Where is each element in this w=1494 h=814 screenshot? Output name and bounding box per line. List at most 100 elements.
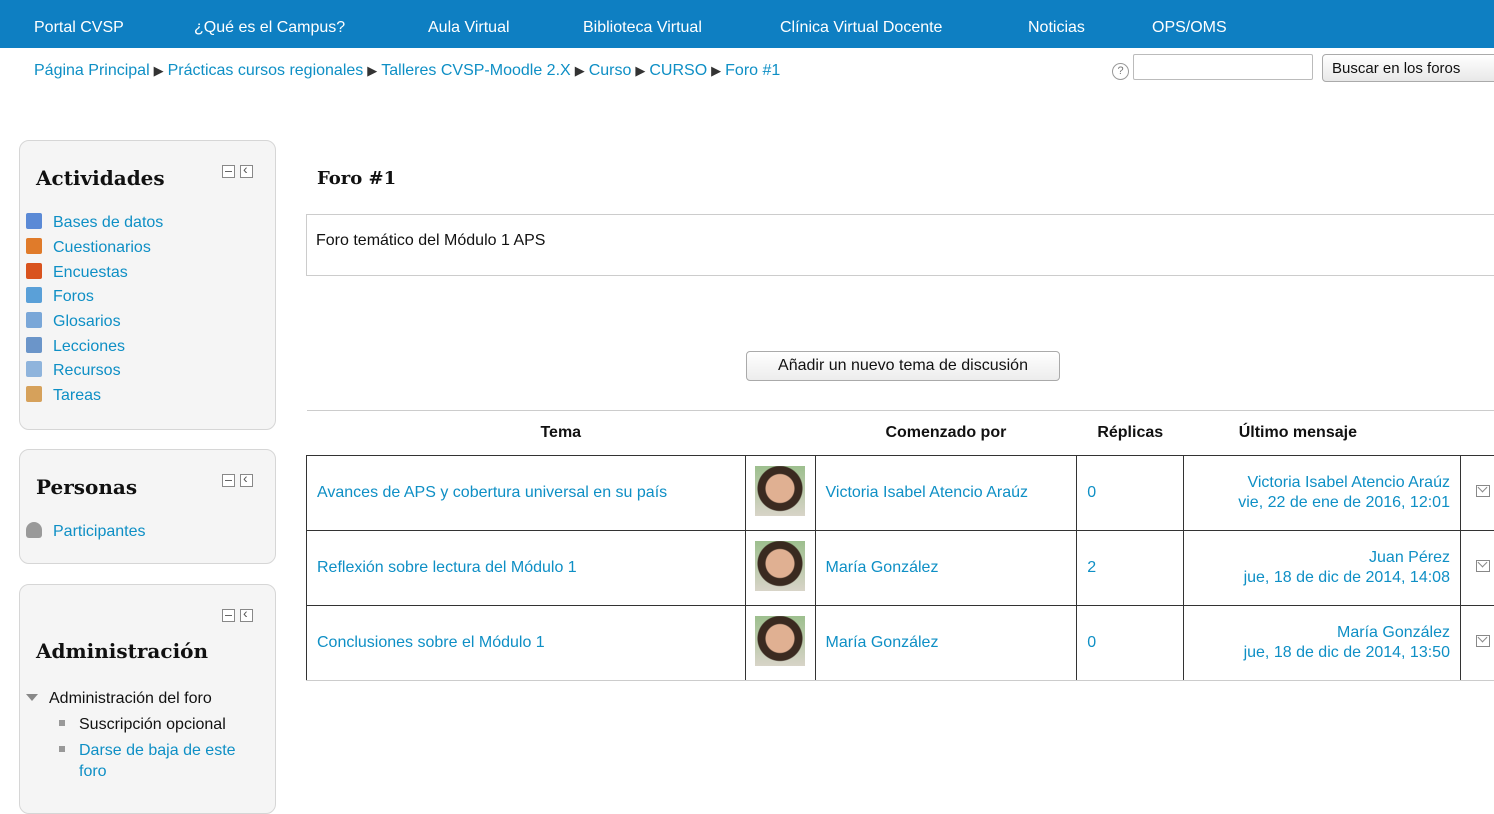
activity-link-encuestas[interactable]: Encuestas: [26, 263, 128, 283]
activity-link-cuestionarios[interactable]: Cuestionarios: [26, 238, 151, 258]
activity-label[interactable]: Tareas: [53, 387, 101, 404]
subscribe-cell: [1460, 531, 1494, 606]
forum-icon: [26, 287, 42, 303]
replies-link[interactable]: 2: [1087, 559, 1096, 576]
header-replies[interactable]: Réplicas: [1077, 411, 1184, 456]
people-block: Personas Participantes: [19, 449, 276, 564]
activity-link-glosarios[interactable]: Glosarios: [26, 312, 121, 332]
topic-cell: Conclusiones sobre el Módulo 1: [307, 606, 746, 681]
breadcrumb-item[interactable]: Talleres CVSP-Moodle 2.X: [381, 62, 570, 79]
avatar-cell: [745, 606, 815, 681]
last-post-date-link[interactable]: jue, 18 de dic de 2014, 13:50: [1244, 644, 1450, 661]
activity-label[interactable]: Encuestas: [53, 264, 128, 281]
topic-link[interactable]: Avances de APS y cobertura universal en …: [317, 484, 667, 501]
header-topic[interactable]: Tema: [307, 411, 816, 456]
discussion-table: Tema Comenzado por Réplicas Último mensa…: [306, 410, 1494, 681]
dock-block-icon[interactable]: [240, 165, 253, 178]
subscribe-cell: [1460, 606, 1494, 681]
replies-cell: 0: [1077, 456, 1184, 531]
breadcrumb-item[interactable]: Curso: [589, 62, 632, 79]
topic-link[interactable]: Conclusiones sobre el Módulo 1: [317, 634, 545, 651]
breadcrumb-item[interactable]: Foro #1: [725, 62, 780, 79]
admin-tree-root[interactable]: Administración del foro: [26, 689, 212, 709]
page-title: Foro #1: [317, 168, 396, 189]
breadcrumb-separator-icon: ▶: [635, 63, 645, 78]
forum-search-input[interactable]: [1133, 54, 1313, 80]
breadcrumb-item[interactable]: Prácticas cursos regionales: [168, 62, 364, 79]
nav-clinica-virtual-docente[interactable]: Clínica Virtual Docente: [780, 18, 942, 38]
nav-biblioteca-virtual[interactable]: Biblioteca Virtual: [583, 18, 702, 38]
envelope-icon[interactable]: [1476, 635, 1490, 647]
replies-link[interactable]: 0: [1087, 634, 1096, 651]
author-link[interactable]: María González: [826, 559, 939, 576]
topic-link[interactable]: Reflexión sobre lectura del Módulo 1: [317, 559, 577, 576]
nav-noticias[interactable]: Noticias: [1028, 18, 1085, 38]
admin-item-unsubscribe[interactable]: Darse de baja de este: [59, 741, 236, 761]
last-post-date-link[interactable]: jue, 18 de dic de 2014, 14:08: [1244, 569, 1450, 586]
collapse-block-icon[interactable]: [222, 474, 235, 487]
nav-que-es-el-campus[interactable]: ¿Qué es el Campus?: [194, 18, 345, 38]
author-link[interactable]: María González: [826, 634, 939, 651]
author-link[interactable]: Victoria Isabel Atencio Araúz: [826, 484, 1029, 501]
envelope-icon[interactable]: [1476, 485, 1490, 497]
search-forums-button[interactable]: Buscar en los foros: [1322, 54, 1494, 82]
dock-block-icon[interactable]: [240, 609, 253, 622]
table-row: Conclusiones sobre el Módulo 1 María Gon…: [307, 606, 1494, 681]
breadcrumb-item[interactable]: Página Principal: [34, 62, 150, 79]
avatar[interactable]: [755, 541, 805, 591]
survey-icon: [26, 263, 42, 279]
participants-label[interactable]: Participantes: [53, 523, 146, 540]
nav-ops-oms[interactable]: OPS/OMS: [1152, 18, 1227, 38]
activity-link-tareas[interactable]: Tareas: [26, 386, 101, 406]
forum-intro-text: Foro temático del Módulo 1 APS: [316, 232, 545, 249]
activity-link-recursos[interactable]: Recursos: [26, 361, 121, 381]
nav-portal-cvsp[interactable]: Portal CVSP: [34, 18, 124, 38]
breadcrumb-separator-icon: ▶: [367, 63, 377, 78]
activity-label[interactable]: Foros: [53, 288, 94, 305]
activity-link-bases-de-datos[interactable]: Bases de datos: [26, 213, 163, 233]
add-discussion-button[interactable]: Añadir un nuevo tema de discusión: [746, 351, 1060, 381]
bullet-icon: [59, 720, 65, 726]
last-post-author-link[interactable]: Victoria Isabel Atencio Araúz: [1247, 474, 1450, 491]
last-post-date-link[interactable]: vie, 22 de ene de 2016, 12:01: [1238, 494, 1450, 511]
expand-arrow-icon: [26, 694, 38, 701]
admin-item-label[interactable]: foro: [79, 763, 107, 780]
activities-block: Actividades Bases de datos Cuestionarios…: [19, 140, 276, 430]
nav-aula-virtual[interactable]: Aula Virtual: [428, 18, 510, 38]
activity-link-lecciones[interactable]: Lecciones: [26, 337, 125, 357]
activity-label[interactable]: Glosarios: [53, 313, 121, 330]
breadcrumb-separator-icon: ▶: [711, 63, 721, 78]
activity-link-foros[interactable]: Foros: [26, 287, 94, 307]
avatar[interactable]: [755, 616, 805, 666]
topic-cell: Reflexión sobre lectura del Módulo 1: [307, 531, 746, 606]
activity-label[interactable]: Bases de datos: [53, 214, 163, 231]
collapse-block-icon[interactable]: [222, 165, 235, 178]
activity-label[interactable]: Cuestionarios: [53, 239, 151, 256]
activity-label[interactable]: Recursos: [53, 362, 121, 379]
table-row: Reflexión sobre lectura del Módulo 1 Mar…: [307, 531, 1494, 606]
envelope-icon[interactable]: [1476, 560, 1490, 572]
breadcrumb-separator-icon: ▶: [575, 63, 585, 78]
author-cell: María González: [815, 531, 1077, 606]
header-last-post[interactable]: Último mensaje: [1184, 411, 1461, 456]
header-started-by[interactable]: Comenzado por: [815, 411, 1077, 456]
bullet-icon: [59, 746, 65, 752]
activity-label[interactable]: Lecciones: [53, 338, 125, 355]
collapse-block-icon[interactable]: [222, 609, 235, 622]
dock-block-icon[interactable]: [240, 474, 253, 487]
topic-cell: Avances de APS y cobertura universal en …: [307, 456, 746, 531]
avatar[interactable]: [755, 466, 805, 516]
replies-link[interactable]: 0: [1087, 484, 1096, 501]
lesson-icon: [26, 337, 42, 353]
people-block-title: Personas: [36, 475, 137, 499]
last-post-author-link[interactable]: Juan Pérez: [1369, 549, 1450, 566]
breadcrumb-item[interactable]: CURSO: [649, 62, 707, 79]
participants-link[interactable]: Participantes: [26, 522, 146, 542]
avatar-cell: [745, 531, 815, 606]
help-icon[interactable]: ?: [1112, 63, 1129, 80]
admin-item-label[interactable]: Darse de baja de este: [79, 742, 236, 759]
last-post-author-link[interactable]: María González: [1337, 624, 1450, 641]
quiz-icon: [26, 238, 42, 254]
admin-item-unsubscribe-continued[interactable]: foro: [79, 762, 107, 782]
last-post-cell: Juan Pérez jue, 18 de dic de 2014, 14:08: [1184, 531, 1461, 606]
